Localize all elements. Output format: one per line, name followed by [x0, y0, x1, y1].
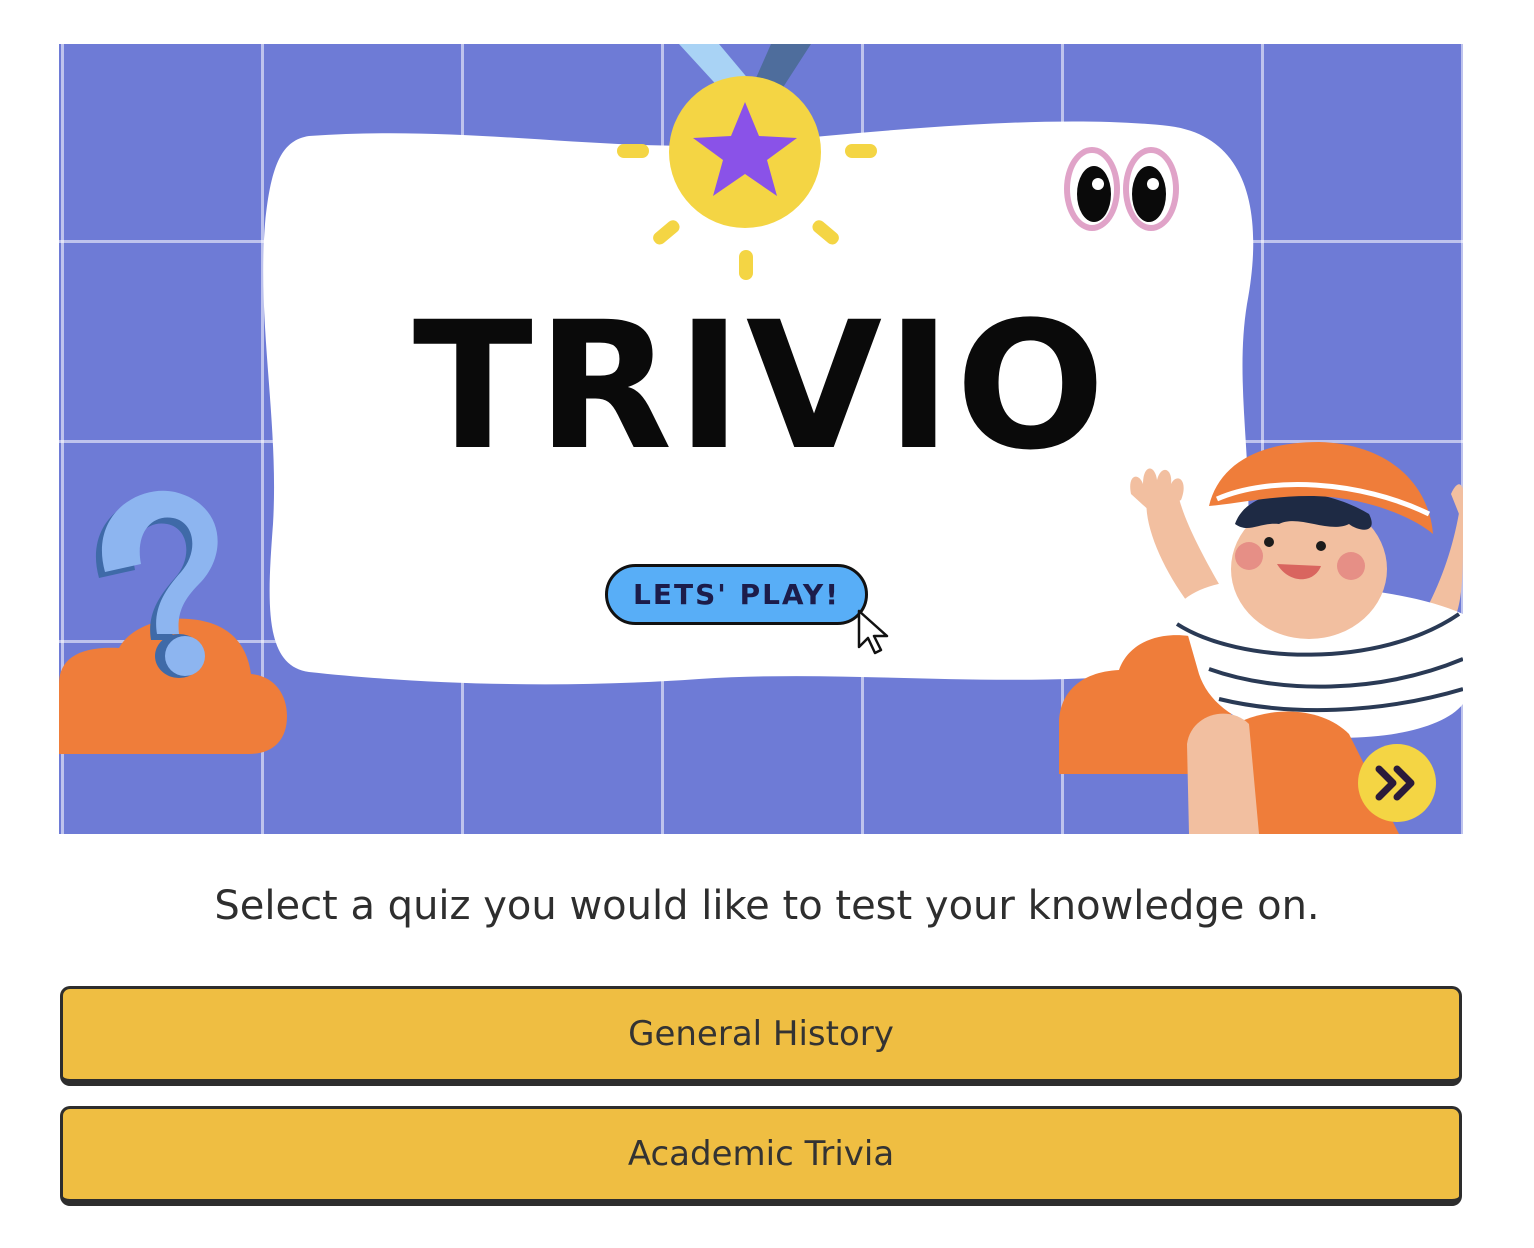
lets-play-button[interactable]: LETS' PLAY! — [605, 564, 868, 625]
hero-banner: TRIVIO LETS' PLAY! — [59, 44, 1463, 834]
double-chevron-right-icon — [1375, 765, 1415, 801]
next-slide-button[interactable] — [1358, 744, 1436, 822]
quiz-prompt: Select a quiz you would like to test you… — [214, 883, 1320, 929]
app-title: TRIVIO — [412, 284, 1110, 489]
mouse-cursor-icon — [857, 609, 889, 655]
quiz-button-academic-trivia[interactable]: Academic Trivia — [60, 1106, 1462, 1206]
quiz-button-general-history[interactable]: General History — [60, 986, 1462, 1086]
